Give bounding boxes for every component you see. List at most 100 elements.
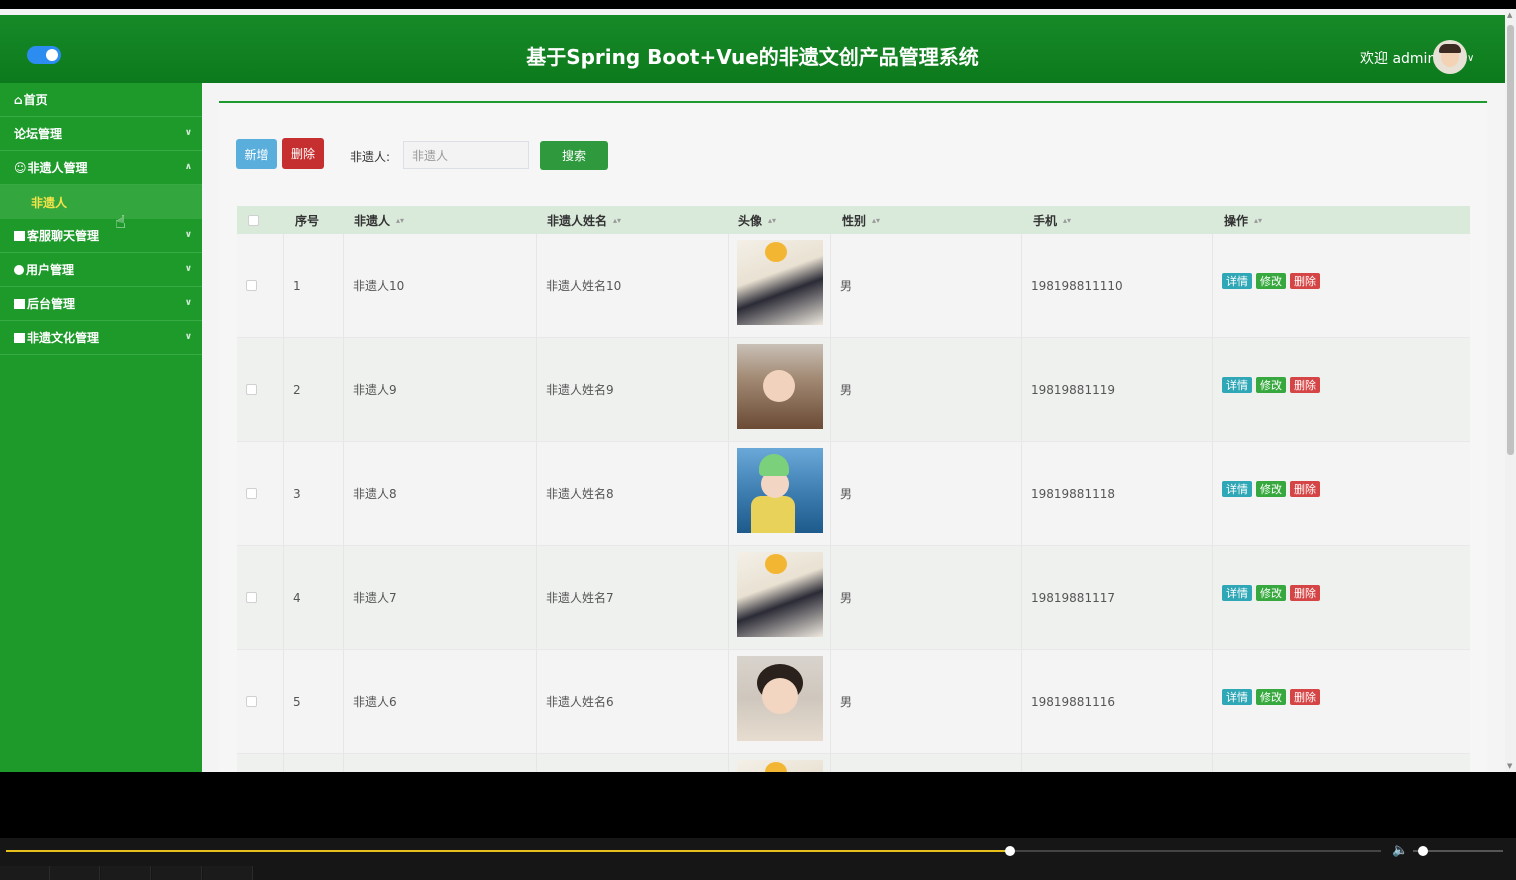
sidebar-subitem-heritage-person[interactable]: 非遗人 — [0, 185, 202, 219]
row-delete-button[interactable]: 删除 — [1290, 689, 1320, 705]
avatar-photo — [737, 656, 823, 741]
cell-phone: 19819881119 — [1031, 382, 1115, 397]
chevron-down-icon: ∨ — [184, 264, 192, 274]
add-button[interactable]: 新增 — [236, 139, 277, 169]
table-row: 1 非遗人10 非遗人姓名10 男 198198811110 详情 修改 删除 — [237, 234, 1470, 338]
row-checkbox[interactable] — [246, 650, 257, 753]
detail-button[interactable]: 详情 — [1222, 377, 1252, 393]
user-round-icon — [14, 264, 24, 275]
avatar-photo — [737, 552, 823, 637]
taskbar-cell[interactable] — [0, 866, 50, 880]
video-player-bar: 🔈 — [0, 838, 1516, 880]
edit-button[interactable]: 修改 — [1256, 481, 1286, 497]
table-header: 序号 非遗人 ▴▾ 非遗人姓名 ▴▾ 头像 ▴▾ 性别 ▴▾ 手机 ▴▾ 操作 ▴▾ — [237, 206, 1470, 234]
row-checkbox[interactable] — [246, 234, 257, 337]
sidebar-item-home[interactable]: ⌂ 首页 — [0, 83, 202, 117]
taskbar — [0, 866, 1516, 880]
header-avatar[interactable]: 头像 ▴▾ — [738, 206, 776, 234]
chevron-up-icon: ∧ — [184, 162, 192, 172]
avatar-hair — [1439, 44, 1461, 53]
taskbar-cell[interactable] — [101, 866, 151, 880]
avatar-photo — [737, 760, 823, 772]
sidebar-item-chat[interactable]: 客服聊天管理 ∨ — [0, 219, 202, 253]
volume-slider[interactable] — [1413, 846, 1503, 856]
sort-icon: ▴▾ — [396, 215, 405, 225]
row-checkbox[interactable] — [246, 442, 257, 545]
cell-name: 非遗人8 — [353, 487, 397, 501]
sidebar-item-culture[interactable]: 非遗文化管理 ∨ — [0, 321, 202, 355]
scroll-down-icon[interactable]: ▼ — [1507, 762, 1512, 770]
taskbar-cell[interactable] — [50, 866, 100, 880]
taskbar-cell[interactable] — [203, 866, 253, 880]
sidebar-item-label: 论坛管理 — [14, 127, 63, 141]
table-row — [237, 754, 1470, 772]
block-icon — [14, 230, 25, 241]
cell-gender: 男 — [840, 383, 853, 397]
row-delete-button[interactable]: 删除 — [1290, 273, 1320, 289]
cell-gender: 男 — [840, 487, 853, 501]
sidebar-item-users[interactable]: 用户管理 ∨ — [0, 253, 202, 287]
avatar-photo — [737, 240, 823, 325]
sort-icon: ▴▾ — [1254, 215, 1263, 225]
scroll-thumb[interactable] — [1507, 25, 1514, 455]
detail-button[interactable]: 详情 — [1222, 689, 1252, 705]
sidebar-item-backend[interactable]: 后台管理 ∨ — [0, 287, 202, 321]
edit-button[interactable]: 修改 — [1256, 273, 1286, 289]
app-window: 基于Spring Boot+Vue的非遗文创产品管理系统 欢迎 admin ∨ … — [0, 9, 1505, 772]
header-index: 序号 — [295, 213, 320, 228]
header-name[interactable]: 非遗人 ▴▾ — [354, 206, 404, 234]
row-checkbox[interactable] — [246, 546, 257, 649]
sidebar-item-forum[interactable]: 论坛管理 ∨ — [0, 117, 202, 151]
edit-button[interactable]: 修改 — [1256, 585, 1286, 601]
top-bar: 基于Spring Boot+Vue的非遗文创产品管理系统 欢迎 admin ∨ — [0, 15, 1505, 83]
table-row: 3 非遗人8 非遗人姓名8 男 19819881118 详情 修改 删除 — [237, 442, 1470, 546]
progress-knob[interactable] — [1004, 846, 1015, 856]
sidebar-subitem-label: 非遗人 — [31, 195, 68, 210]
header-actions[interactable]: 操作 ▴▾ — [1224, 206, 1262, 234]
scroll-up-icon[interactable]: ▲ — [1507, 11, 1512, 19]
cell-phone: 19819881116 — [1031, 694, 1115, 709]
row-actions: 详情 修改 删除 — [1222, 481, 1320, 497]
cell-name: 非遗人6 — [353, 695, 397, 709]
sidebar-item-heritage-people[interactable]: ☺ 非遗人管理 ∧ — [0, 151, 202, 185]
row-delete-button[interactable]: 删除 — [1290, 585, 1320, 601]
block-icon — [14, 332, 25, 343]
row-delete-button[interactable]: 删除 — [1290, 481, 1320, 497]
row-delete-button[interactable]: 删除 — [1290, 377, 1320, 393]
cell-fullname: 非遗人姓名8 — [546, 487, 614, 501]
taskbar-cell[interactable] — [152, 866, 202, 880]
delete-button[interactable]: 删除 — [282, 138, 324, 169]
cell-index: 4 — [293, 590, 301, 605]
block-icon — [14, 298, 25, 309]
table-row: 5 非遗人6 非遗人姓名6 男 19819881116 详情 修改 删除 — [237, 650, 1470, 754]
page-scrollbar[interactable]: ▲ ▼ — [1505, 9, 1516, 772]
header-phone[interactable]: 手机 ▴▾ — [1033, 206, 1071, 234]
edit-button[interactable]: 修改 — [1256, 377, 1286, 393]
progress-track[interactable] — [6, 846, 1381, 856]
chevron-down-icon: ∨ — [184, 332, 192, 342]
sort-icon: ▴▾ — [613, 215, 622, 225]
avatar-photo — [737, 448, 823, 533]
sidebar-item-label: 非遗人管理 — [27, 161, 88, 175]
chevron-down-icon: ∨ — [184, 128, 192, 138]
header-gender[interactable]: 性别 ▴▾ — [842, 206, 880, 234]
sidebar-item-label: 首页 — [23, 93, 48, 107]
sort-icon: ▴▾ — [768, 215, 777, 225]
edit-button[interactable]: 修改 — [1256, 689, 1286, 705]
select-all-checkbox[interactable] — [248, 206, 259, 234]
search-button[interactable]: 搜索 — [540, 141, 608, 170]
detail-button[interactable]: 详情 — [1222, 585, 1252, 601]
cell-name: 非遗人9 — [353, 383, 397, 397]
avatar[interactable] — [1433, 40, 1467, 74]
search-input[interactable]: 非遗人 — [403, 141, 529, 169]
chevron-down-icon: ∨ — [184, 230, 192, 240]
volume-knob[interactable] — [1418, 846, 1428, 856]
volume-icon[interactable]: 🔈 — [1392, 843, 1408, 858]
cell-fullname: 非遗人姓名6 — [546, 695, 614, 709]
header-fullname[interactable]: 非遗人姓名 ▴▾ — [547, 206, 621, 234]
cell-gender: 男 — [840, 279, 853, 293]
detail-button[interactable]: 详情 — [1222, 273, 1252, 289]
chevron-down-icon[interactable]: ∨ — [1467, 53, 1474, 64]
detail-button[interactable]: 详情 — [1222, 481, 1252, 497]
row-checkbox[interactable] — [246, 338, 257, 441]
